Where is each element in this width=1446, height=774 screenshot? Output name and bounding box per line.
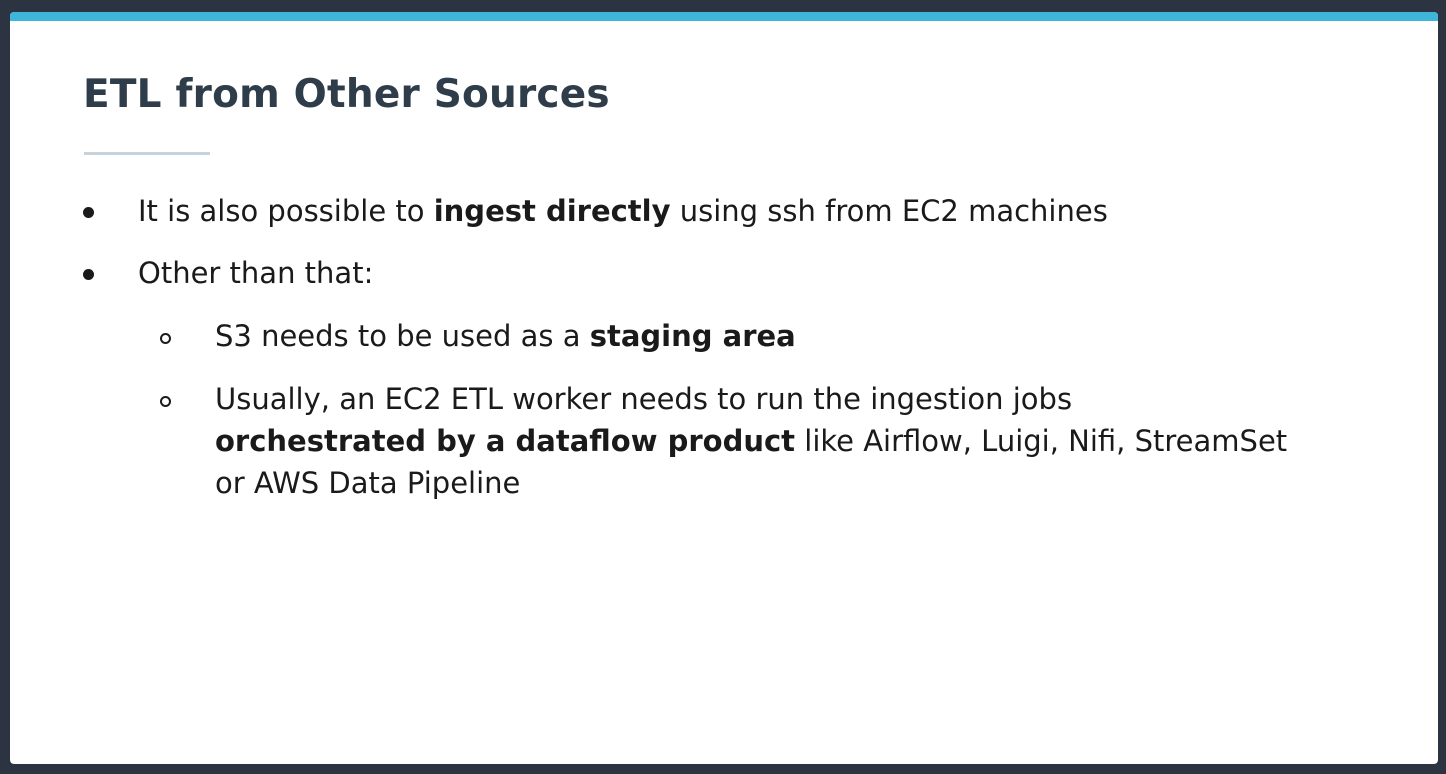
sub-bullet-bold-text: staging area: [589, 319, 796, 353]
sub-bullet-text: like Airflow, Luigi, Nifi, StreamSet: [795, 424, 1288, 458]
bullet-disc-icon: [83, 269, 94, 280]
sub-bullet-item: Usually, an EC2 ETL worker needs to run …: [215, 378, 1287, 504]
accent-bar: [10, 12, 1438, 21]
bullet-text: Other than that:: [138, 256, 374, 290]
sub-bullet-item: S3 needs to be used as a staging area: [215, 315, 796, 357]
bullet-text: using ssh from EC2 machines: [670, 194, 1108, 228]
bullet-text: It is also possible to: [138, 194, 434, 228]
sub-bullet-circle-icon: [160, 396, 171, 407]
title-underline: [84, 152, 210, 155]
bullet-item: It is also possible to ingest directly u…: [138, 190, 1108, 232]
sub-bullet-text: S3 needs to be used as a: [215, 319, 590, 353]
bullet-bold-text: ingest directly: [433, 194, 671, 228]
slide: ETL from Other Sources It is also possib…: [10, 12, 1438, 764]
bullet-disc-icon: [83, 207, 94, 218]
sub-bullet-line: orchestrated by a dataflow product like …: [215, 420, 1287, 462]
bullet-item: Other than that:: [138, 252, 373, 294]
sub-bullet-circle-icon: [160, 333, 171, 344]
sub-bullet-bold-text: orchestrated by a dataflow product: [215, 424, 796, 458]
slide-title: ETL from Other Sources: [83, 72, 610, 117]
sub-bullet-line: Usually, an EC2 ETL worker needs to run …: [215, 382, 1073, 416]
sub-bullet-line: or AWS Data Pipeline: [215, 466, 521, 500]
